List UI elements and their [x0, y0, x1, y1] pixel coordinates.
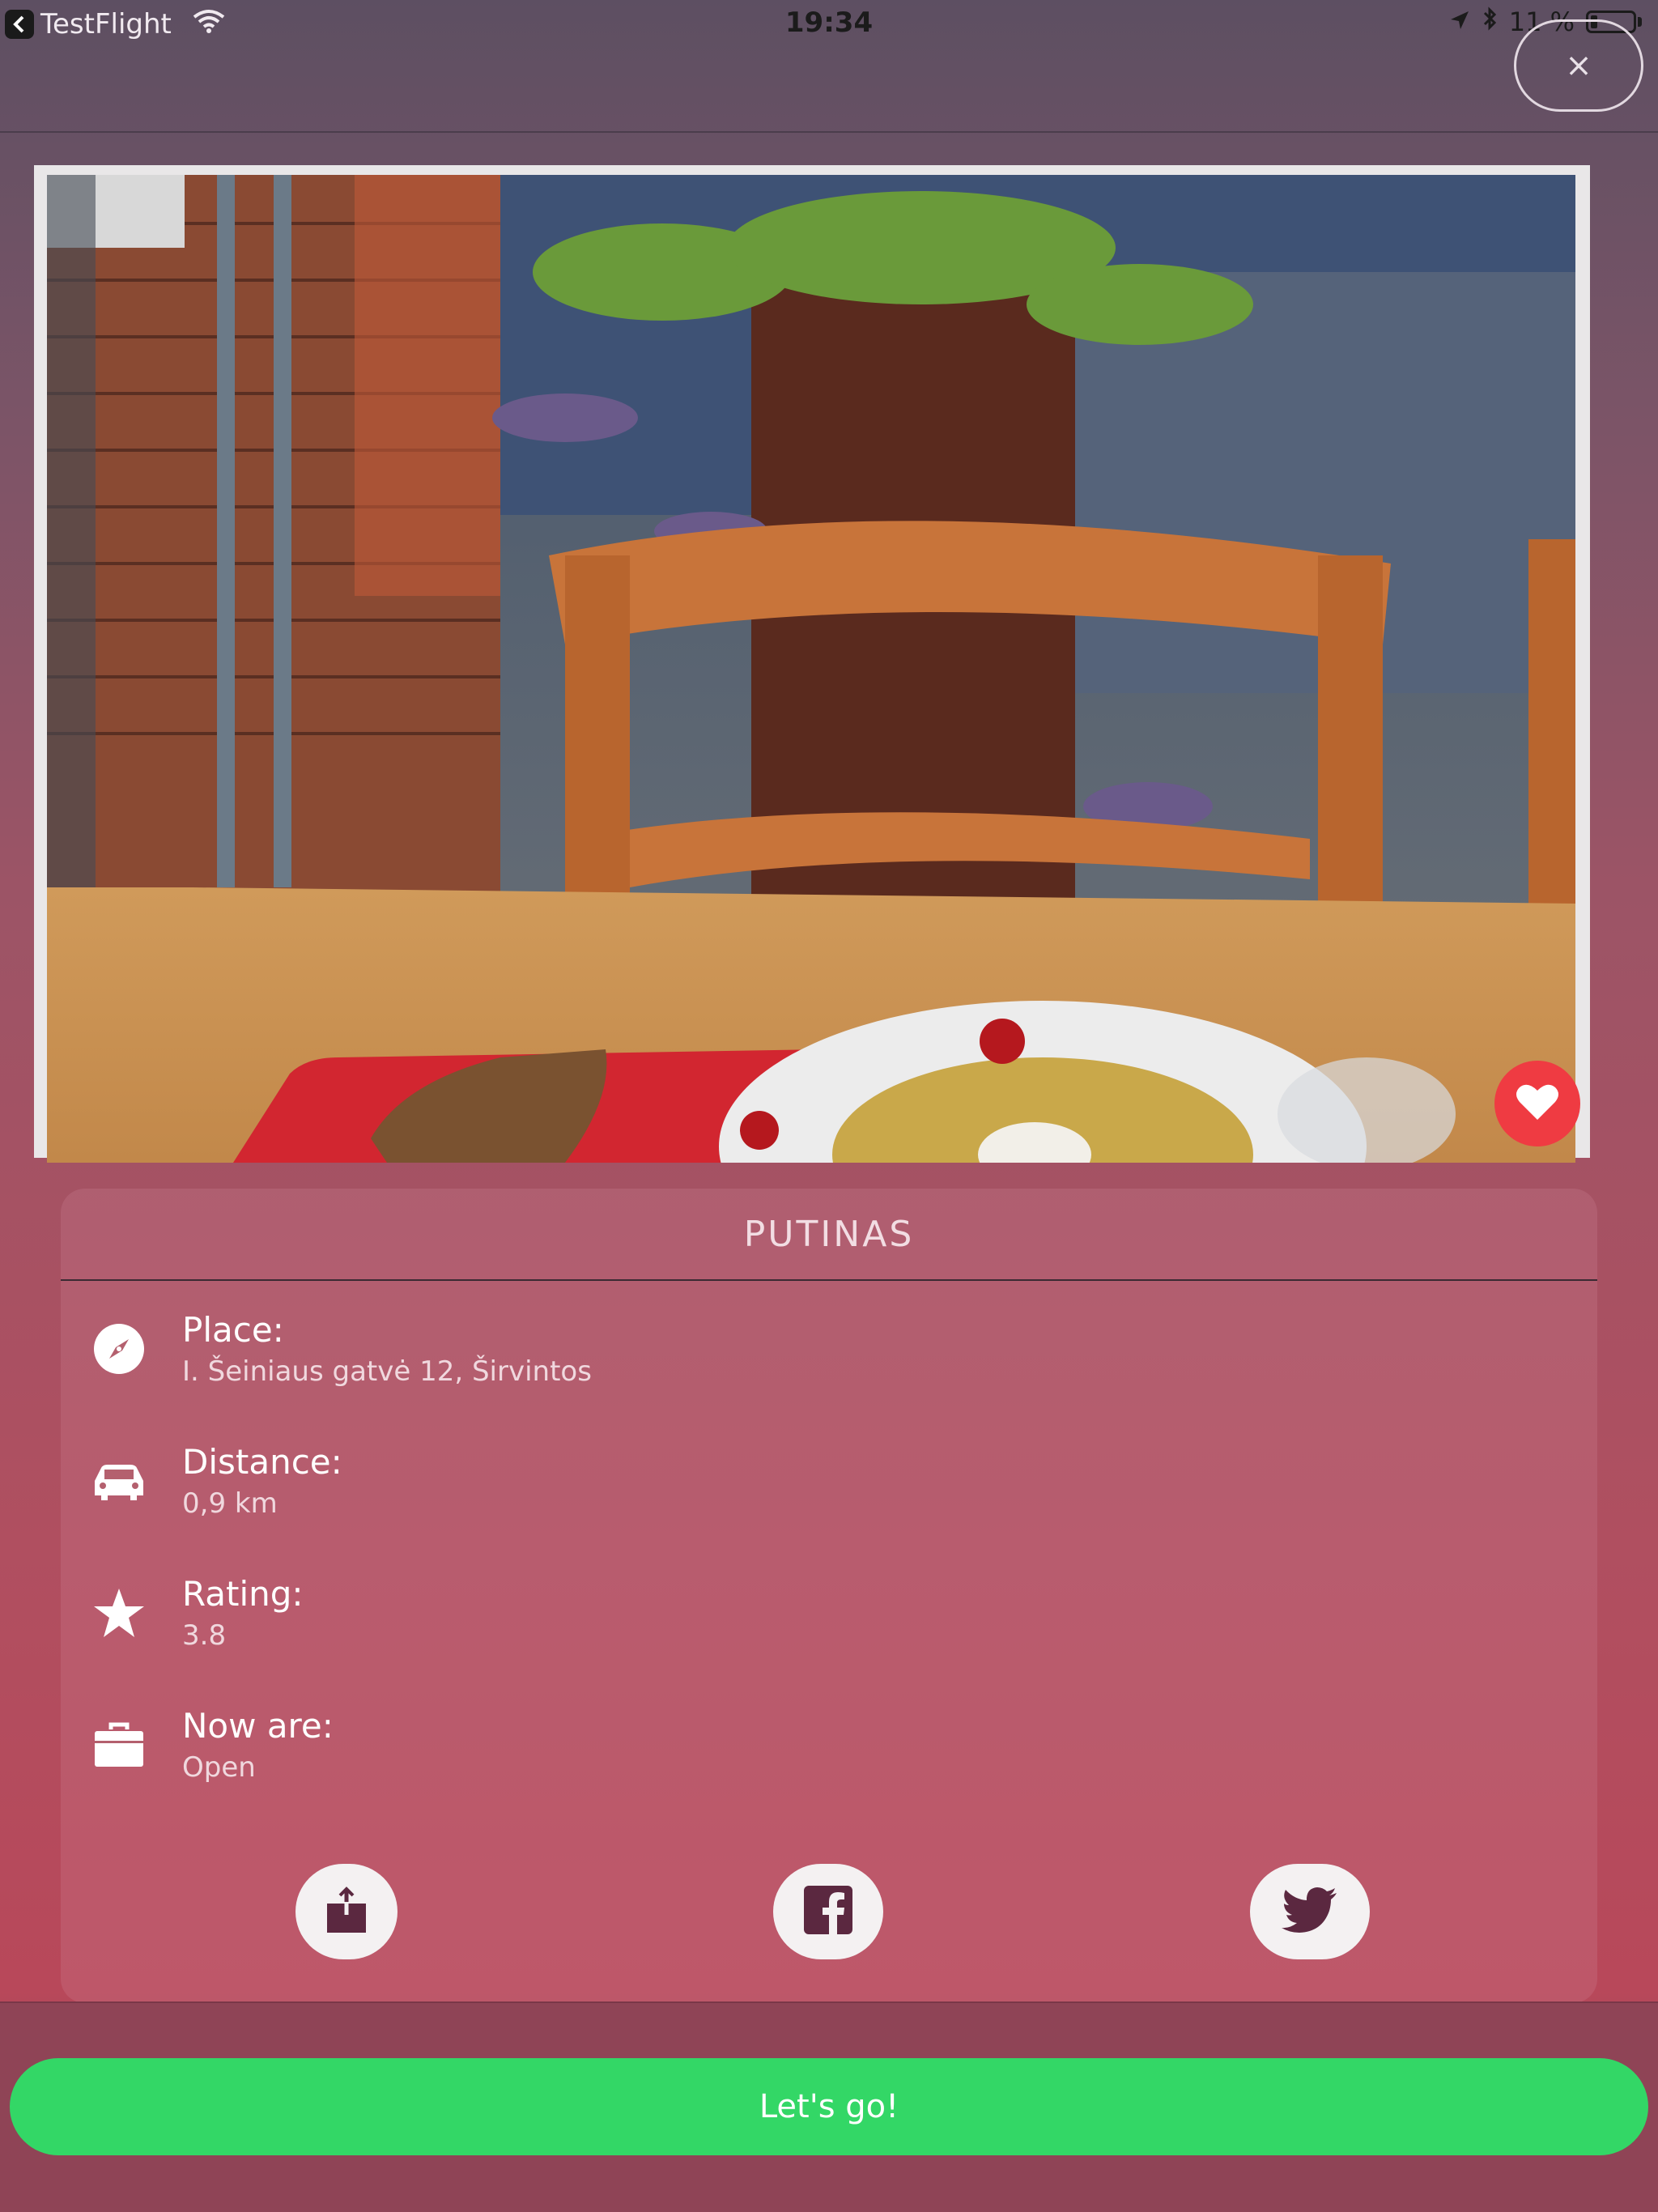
detail-label: Place: [182, 1310, 284, 1350]
restaurant-photo [47, 175, 1575, 1163]
detail-row-status: Now are: Open [61, 1698, 1597, 1803]
bluetooth-icon [1482, 6, 1498, 37]
facebook-icon [804, 1886, 852, 1938]
close-button[interactable]: × [1514, 19, 1643, 112]
share-icon [325, 1884, 368, 1938]
restaurant-name: PUTINAS [61, 1189, 1597, 1281]
share-button[interactable] [295, 1864, 397, 1959]
detail-row-place: Place: I. Šeiniaus gatvė 12, Širvintos [61, 1302, 1597, 1407]
detail-value: 0,9 km [182, 1487, 278, 1520]
restaurant-info-card: PUTINAS Place: I. Šeiniaus gatvė 12, Šir… [61, 1189, 1597, 2003]
detail-row-distance: Distance: 0,9 km [61, 1434, 1597, 1539]
detail-label: Now are: [182, 1706, 334, 1746]
detail-value: I. Šeiniaus gatvė 12, Širvintos [182, 1355, 592, 1388]
star-icon [91, 1585, 147, 1640]
detail-label: Distance: [182, 1442, 342, 1482]
twitter-icon [1282, 1887, 1338, 1937]
heart-icon [1516, 1083, 1559, 1125]
status-time: 19:34 [784, 6, 874, 39]
close-icon: × [1565, 47, 1592, 84]
location-arrow-icon [1449, 6, 1470, 37]
compass-icon [91, 1321, 147, 1376]
restaurant-photo-frame [34, 165, 1590, 1163]
detail-row-rating: Rating: 3.8 [61, 1566, 1597, 1671]
twitter-share-button[interactable] [1250, 1864, 1370, 1959]
briefcase-icon [91, 1717, 147, 1772]
detail-value: 3.8 [182, 1619, 227, 1652]
favorite-button[interactable] [1494, 1061, 1580, 1146]
car-icon [91, 1453, 147, 1508]
detail-value: Open [182, 1751, 256, 1784]
status-bar: TestFlight 19:34 11 % [0, 0, 1658, 45]
detail-label: Rating: [182, 1574, 304, 1614]
lets-go-button[interactable]: Let's go! [10, 2058, 1648, 2155]
battery-tip [1638, 17, 1642, 27]
facebook-share-button[interactable] [773, 1864, 883, 1959]
